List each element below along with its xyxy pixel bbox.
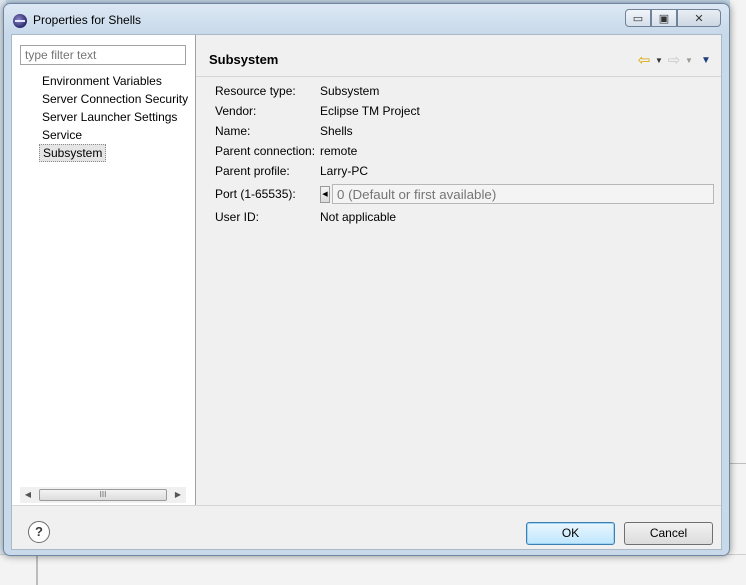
property-value: Shells: [320, 124, 353, 138]
port-spinner-arrow-icon[interactable]: ◀: [320, 186, 330, 203]
properties-dialog: Properties for Shells ▭ ▣ ✕ Environment …: [3, 3, 730, 556]
property-label: Parent profile:: [215, 164, 290, 178]
ok-button[interactable]: OK: [526, 522, 615, 545]
property-value: Larry-PC: [320, 164, 369, 178]
page-header: Subsystem ⇦ ▼ ⇨ ▼ ▼: [196, 35, 721, 77]
forward-history-dropdown-icon[interactable]: ▼: [683, 56, 695, 65]
window-controls: ▭ ▣ ✕: [625, 9, 721, 29]
property-pages-tree: Environment Variables Server Connection …: [39, 72, 191, 162]
property-value: Subsystem: [320, 84, 380, 98]
dialog-title: Properties for Shells: [33, 13, 142, 27]
property-label: Name:: [215, 124, 251, 138]
property-page: Subsystem ⇦ ▼ ⇨ ▼ ▼ Resource type: Subsy…: [196, 35, 721, 505]
filter-input[interactable]: [20, 45, 186, 65]
scroll-thumb[interactable]: III: [39, 489, 167, 501]
back-history-dropdown-icon[interactable]: ▼: [653, 56, 665, 65]
dialog-footer: ? OK Cancel: [12, 505, 721, 552]
history-navigation: ⇦ ▼ ⇨ ▼ ▼: [635, 51, 713, 69]
title-bar[interactable]: Properties for Shells ▭ ▣ ✕: [4, 4, 729, 36]
scroll-right-icon[interactable]: ▶: [170, 487, 186, 503]
eclipse-icon: [13, 14, 27, 28]
tree-item-server-connection-security[interactable]: Server Connection Security: [39, 90, 191, 108]
minimize-button[interactable]: ▭: [625, 9, 651, 27]
property-row-port: Port (1-65535): ◀: [215, 184, 715, 204]
tree-item-service[interactable]: Service: [39, 126, 191, 144]
tree-item-subsystem[interactable]: Subsystem: [39, 144, 107, 162]
property-label: Resource type:: [215, 84, 296, 98]
view-menu-icon[interactable]: ▼: [699, 55, 713, 66]
dialog-client-area: Environment Variables Server Connection …: [11, 34, 722, 550]
tree-item-environment-variables[interactable]: Environment Variables: [39, 72, 191, 90]
property-value: Eclipse TM Project: [320, 104, 420, 118]
property-label: Parent connection:: [215, 144, 316, 158]
property-row-user-id: User ID: Not applicable: [215, 207, 715, 227]
property-row-resource-type: Resource type: Subsystem: [215, 81, 715, 101]
port-label: Port (1-65535):: [215, 187, 296, 201]
back-arrow-icon[interactable]: ⇦: [635, 51, 653, 69]
forward-arrow-icon[interactable]: ⇨: [665, 51, 683, 69]
background-right-strip: [730, 0, 746, 584]
close-button[interactable]: ✕: [677, 9, 721, 27]
page-title: Subsystem: [209, 52, 279, 67]
property-row-name: Name: Shells: [215, 121, 715, 141]
scroll-left-icon[interactable]: ◀: [20, 487, 36, 503]
property-label: User ID:: [215, 210, 260, 224]
help-icon[interactable]: ?: [28, 521, 50, 543]
property-pages-panel: Environment Variables Server Connection …: [12, 35, 196, 505]
property-label: Vendor:: [215, 104, 257, 118]
background-bottom-bar: [0, 554, 746, 585]
property-row-parent-profile: Parent profile: Larry-PC: [215, 161, 715, 181]
tree-item-server-launcher-settings[interactable]: Server Launcher Settings: [39, 108, 191, 126]
maximize-button[interactable]: ▣: [651, 9, 677, 27]
property-value: remote: [320, 144, 358, 158]
property-row-parent-connection: Parent connection: remote: [215, 141, 715, 161]
cancel-button[interactable]: Cancel: [624, 522, 713, 545]
property-row-vendor: Vendor: Eclipse TM Project: [215, 101, 715, 121]
property-value: Not applicable: [320, 210, 397, 224]
horizontal-scrollbar[interactable]: ◀ III ▶: [20, 487, 186, 503]
port-input[interactable]: [332, 184, 714, 204]
